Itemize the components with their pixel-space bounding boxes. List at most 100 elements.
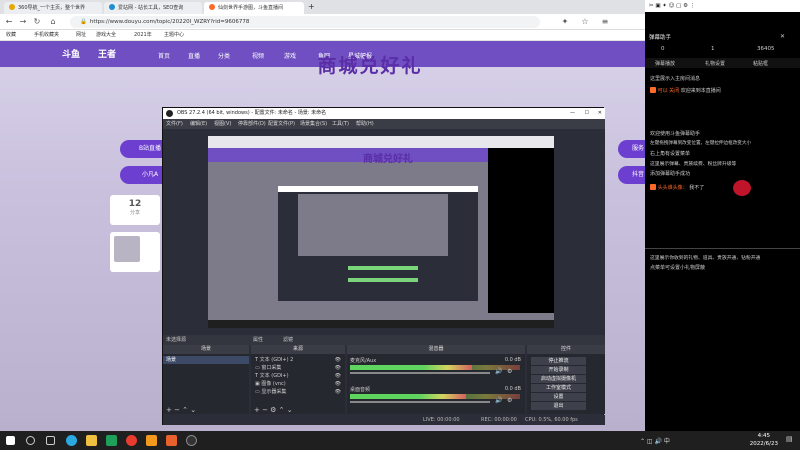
app-icon[interactable]	[166, 435, 177, 446]
eye-icon[interactable]: 👁	[335, 380, 341, 388]
new-tab-button[interactable]: +	[306, 2, 318, 14]
chat-message: 左键拖拽弹幕到改变位置，左键拉伸边框改变大小	[650, 141, 752, 146]
clock-date[interactable]: 2022/6/23	[750, 441, 778, 447]
site-logo[interactable]: 斗鱼	[62, 47, 80, 60]
nav-link[interactable]: 首页	[158, 51, 170, 60]
volume-slider[interactable]	[350, 401, 490, 403]
start-virtual-camera-button[interactable]: 启动虚拟摄像机	[531, 375, 586, 383]
source-add-remove-buttons[interactable]: + − ⚙ ⌃ ⌄	[254, 406, 293, 414]
obs-preview-area[interactable]: 商城兑好礼	[163, 129, 605, 335]
close-icon[interactable]: ✕	[780, 33, 785, 40]
tab-paste[interactable]: 粘贴框	[753, 60, 768, 67]
start-recording-button[interactable]: 开始录制	[531, 366, 586, 374]
source-item[interactable]: ▭ 显示器采集 👁	[255, 388, 341, 396]
windows-start-icon[interactable]	[6, 436, 15, 445]
speaker-icon[interactable]: 🔊	[495, 368, 502, 375]
task-view-icon[interactable]	[46, 436, 55, 445]
source-item[interactable]: T 文本 (GDI+) 👁	[255, 372, 341, 380]
forward-icon[interactable]: →	[18, 17, 28, 27]
eye-icon[interactable]: 👁	[335, 388, 341, 396]
speaker-icon[interactable]: 🔊	[495, 397, 502, 404]
streamer-card[interactable]	[110, 232, 160, 272]
browser-tab-1[interactable]: 360导航_一个主页，整个世界	[4, 2, 102, 14]
maximize-icon[interactable]: ☐	[585, 108, 589, 119]
obs-menu-item[interactable]: 停靠部件(D)	[238, 119, 266, 129]
gear-icon[interactable]: ⚙	[507, 397, 512, 404]
source-item[interactable]: ▭ 窗口采集 👁	[255, 364, 341, 372]
tab-gift[interactable]: 礼物设置	[705, 60, 725, 67]
chat-message: 可以 关闭 欢迎来到本直播间	[650, 87, 721, 94]
volume-slider[interactable]	[350, 372, 490, 374]
nav-link[interactable]: 直播	[188, 51, 200, 60]
obs-menu-item[interactable]: 文件(F)	[166, 119, 183, 129]
scene-item[interactable]: 场景	[163, 356, 249, 364]
menu-icon[interactable]: ≡	[600, 17, 610, 27]
obs-titlebar: OBS 27.2.4 (64 bit, windows) - 配置文件: 未命名…	[163, 108, 605, 119]
eye-icon[interactable]: 👁	[335, 372, 341, 380]
tab-danmu[interactable]: 弹幕播放	[655, 60, 675, 67]
file-explorer-icon[interactable]	[86, 435, 97, 446]
obs-menu-item[interactable]: 帮助(H)	[356, 119, 374, 129]
settings-button[interactable]: 设置	[531, 393, 586, 401]
app-icon[interactable]	[146, 435, 157, 446]
bookmark-item[interactable]: 2021年	[134, 30, 152, 41]
bookmark-item[interactable]: 手机收藏夹	[34, 30, 59, 41]
close-icon[interactable]: ✕	[598, 108, 602, 119]
source-label: 文本 (GDI+)	[259, 373, 289, 379]
extension-icon[interactable]: ✦	[560, 17, 570, 27]
edge-browser-icon[interactable]	[66, 435, 77, 446]
source-item[interactable]: T 文本 (GDI+) 2 👁	[255, 356, 341, 364]
notification-icon[interactable]: ▤	[786, 435, 796, 446]
eye-icon[interactable]: 👁	[335, 356, 341, 364]
mixer-channel-db: 0.0 dB	[504, 357, 521, 363]
divider	[645, 248, 800, 249]
minimize-icon[interactable]: —	[570, 108, 575, 119]
search-icon[interactable]	[26, 436, 35, 445]
gear-icon[interactable]: ⚙	[507, 368, 512, 375]
exit-button[interactable]: 退出	[531, 402, 586, 410]
nested-obs-titlebar	[278, 186, 478, 192]
star-icon[interactable]: ☆	[580, 17, 590, 27]
bookmark-item[interactable]: 收藏	[6, 30, 16, 41]
obs-menu-item[interactable]: 工具(T)	[332, 119, 349, 129]
tab-favicon-icon	[209, 4, 215, 10]
nav-link[interactable]: 视频	[252, 51, 264, 60]
obs-menu-item[interactable]: 配置文件(P)	[268, 119, 295, 129]
back-icon[interactable]: ←	[4, 17, 14, 27]
site-logo-2[interactable]: 王者	[98, 47, 116, 60]
filters-button[interactable]: 滤镜	[283, 335, 293, 345]
source-item[interactable]: ▣ 图像 (vnc) 👁	[255, 380, 341, 388]
extension-icons[interactable]: ✂ ▣ ✦ ☺ ▢ ⚙ ⋮	[649, 3, 695, 9]
reload-icon[interactable]: ↻	[32, 17, 42, 27]
address-bar-row: ← → ↻ ⌂ 🔒 https://www.douyu.com/topic/202…	[0, 14, 645, 30]
chat-username: 头头谁头像：	[657, 185, 688, 191]
browser-tab-label: 爱站网 - 站长工具，SEO查询	[118, 5, 184, 11]
obs-taskbar-icon[interactable]	[186, 435, 197, 446]
bookmark-item[interactable]: 网址	[76, 30, 86, 41]
home-icon[interactable]: ⌂	[48, 17, 58, 27]
clock-time[interactable]: 4:45	[758, 433, 770, 439]
scenes-dock: 场景 + − ⌃ ⌄	[163, 354, 249, 414]
bookmark-item[interactable]: 主题中心	[164, 30, 184, 41]
chat-message: 添加弹幕助手成功	[650, 171, 691, 177]
scene-add-remove-buttons[interactable]: + − ⌃ ⌄	[166, 406, 196, 414]
nav-link[interactable]: 分类	[218, 51, 230, 60]
url-input[interactable]: 🔒 https://www.douyu.com/topic/20220I_WZRY…	[70, 16, 540, 28]
stop-streaming-button[interactable]: 停止推流	[531, 357, 586, 365]
sources-dock-header: 来源	[251, 345, 345, 354]
browser-tab-3-active[interactable]: 仙剑世界手游图，斗鱼直播间	[204, 2, 304, 14]
share-card[interactable]: 12 分享	[110, 195, 160, 225]
system-tray-icons[interactable]: ⌃ ◫ 🔊 中	[640, 436, 670, 445]
controls-dock: 停止推流 开始录制 启动虚拟摄像机 工作室模式 设置 退出	[527, 354, 605, 414]
obs-menu-item[interactable]: 视图(V)	[214, 119, 231, 129]
eye-icon[interactable]: 👁	[335, 364, 341, 372]
app-icon[interactable]	[126, 435, 137, 446]
properties-button[interactable]: 属性	[253, 335, 263, 345]
bookmark-item[interactable]: 游戏大全	[96, 30, 116, 41]
browser-tab-2[interactable]: 爱站网 - 站长工具，SEO查询	[104, 2, 202, 14]
obs-menu-item[interactable]: 编辑(E)	[190, 119, 207, 129]
obs-menu-item[interactable]: 场景集合(S)	[300, 119, 327, 129]
studio-mode-button[interactable]: 工作室模式	[531, 384, 586, 392]
audio-meter-fill	[350, 365, 473, 370]
360-browser-icon[interactable]	[106, 435, 117, 446]
